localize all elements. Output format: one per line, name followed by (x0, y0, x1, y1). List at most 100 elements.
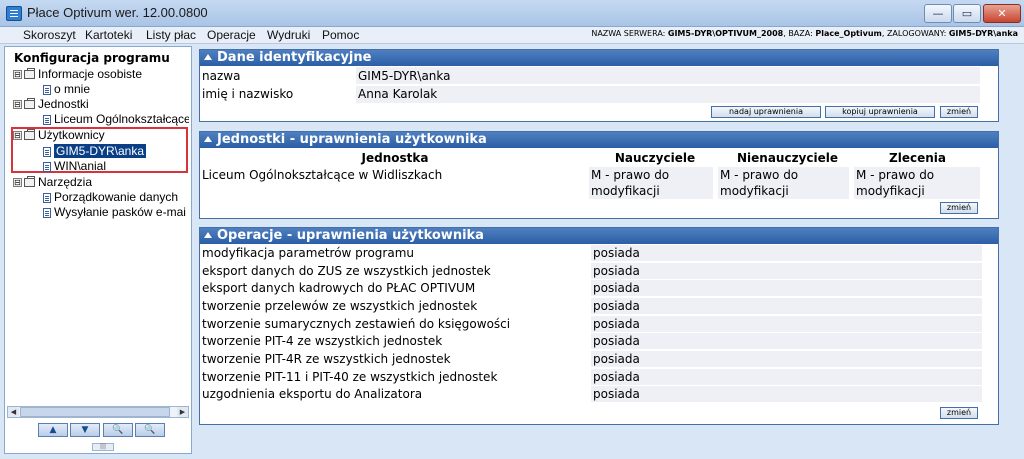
tree-label: Liceum Ogólnokształcące (54, 112, 189, 126)
identity-panel-title: Dane identyfikacyjne (217, 50, 372, 65)
tree-item-user-anka[interactable]: GIM5-DYR\anka (43, 144, 147, 159)
db-value: Place_Optivum (815, 29, 882, 38)
server-value: GIM5-DYR\OPTIVUM_2008 (667, 29, 784, 38)
collapse-icon[interactable]: ⊟ (13, 70, 22, 80)
operation-label: tworzenie PIT-4 ze wszystkich jednostek (202, 334, 443, 348)
operation-label: uzgodnienia eksportu do Analizatora (202, 387, 423, 401)
units-panel-header[interactable]: Jednostki - uprawnienia użytkownika (200, 132, 998, 148)
name-value: GIM5-DYR\anka (358, 69, 451, 83)
operation-label: eksport danych kadrowych do PŁAC OPTIVUM (202, 281, 476, 295)
window-title: Płace Optivum wer. 12.00.0800 (27, 5, 208, 20)
operation-row: tworzenie PIT-4 ze wszystkich jednostek p… (202, 333, 996, 350)
menu-kartoteki[interactable]: Kartoteki (85, 28, 132, 42)
col-zlecenia: Zlecenia (889, 151, 946, 165)
user-document-icon (43, 161, 51, 172)
menu-listy-plac[interactable]: Listy płac (146, 28, 196, 42)
operation-value: posiada (591, 316, 982, 332)
collapse-icon[interactable]: ⊟ (13, 178, 22, 188)
operation-value: posiada (591, 298, 982, 314)
unit-name: Liceum Ogólnokształcące w Widliszkach (202, 168, 443, 182)
fullname-value: Anna Karolak (358, 87, 438, 101)
user-label: , ZALOGOWANY: (881, 29, 949, 38)
sidebar: Konfiguracja programu ⊟ Informacje osobis… (4, 46, 192, 454)
document-icon (43, 84, 51, 95)
units-panel: Jednostki - uprawnienia użytkownika Jedn… (199, 131, 999, 219)
collapse-caret-icon[interactable] (204, 54, 212, 60)
tree-item-narzedzia[interactable]: ⊟ Narzędzia (13, 175, 92, 190)
operation-value: posiada (591, 263, 982, 279)
server-label: NAZWA SERWERA: (591, 29, 668, 38)
operation-label: tworzenie sumarycznych zestawień do księ… (202, 317, 511, 331)
collapse-icon[interactable]: ⊟ (13, 131, 22, 141)
user-document-icon (43, 146, 51, 157)
operation-value: posiada (591, 280, 982, 296)
operation-row: eksport danych do ZUS ze wszystkich jedn… (202, 263, 996, 280)
document-icon (43, 207, 51, 218)
operations-panel-header[interactable]: Operacje - uprawnienia użytkownika (200, 228, 998, 244)
find-next-icon[interactable]: 🔍 (135, 423, 165, 437)
teachers-permission: M - prawo do modyfikacji (589, 167, 713, 199)
operation-value: posiada (591, 351, 982, 367)
tree-label-selected: GIM5-DYR\anka (54, 144, 147, 158)
name-label: nazwa (202, 69, 241, 83)
search-tree-icon[interactable]: 🔍 (103, 423, 133, 437)
tree-item-uzytkownicy[interactable]: ⊟ Użytkownicy (13, 128, 105, 143)
identity-panel-header[interactable]: Dane identyfikacyjne (200, 50, 998, 66)
user-value: GIM5-DYR\anka (948, 29, 1018, 38)
move-up-button[interactable]: ▲ (38, 423, 68, 437)
grant-permissions-button[interactable]: nadaj uprawnienia (711, 106, 821, 118)
minimize-button[interactable]: — (924, 4, 952, 23)
scroll-left-icon[interactable]: ◀ (8, 407, 19, 417)
tree-label: Porządkowanie danych (54, 190, 179, 204)
change-identity-button[interactable]: zmień (940, 106, 978, 118)
tree-item-porzadkowanie[interactable]: Porządkowanie danych (43, 190, 178, 205)
scroll-thumb[interactable] (20, 407, 170, 417)
tree-item-liceum[interactable]: Liceum Ogólnokształcące (43, 112, 189, 127)
operations-panel-title: Operacje - uprawnienia użytkownika (217, 228, 484, 243)
tree-item-wysylanie[interactable]: Wysyłanie pasków e-mai (43, 205, 189, 220)
operation-label: eksport danych do ZUS ze wszystkich jedn… (202, 264, 491, 278)
operation-value: posiada (591, 369, 982, 385)
scroll-right-icon[interactable]: ▶ (177, 407, 188, 417)
db-label: , BAZA: (783, 29, 816, 38)
units-panel-title: Jednostki - uprawnienia użytkownika (217, 132, 487, 147)
operation-value: posiada (591, 386, 982, 402)
folder-icon (24, 68, 35, 80)
menu-operacje[interactable]: Operacje (207, 28, 256, 42)
tree-label: WIN\anial (54, 159, 107, 173)
maximize-button[interactable]: ▭ (953, 4, 981, 23)
document-icon (43, 114, 51, 125)
move-down-button[interactable]: ▼ (70, 423, 100, 437)
folder-icon (24, 98, 35, 110)
menu-skoroszyt[interactable]: Skoroszyt (23, 28, 76, 42)
operation-label: tworzenie PIT-11 i PIT-40 ze wszystkich … (202, 370, 498, 384)
tree-label: o mnie (54, 82, 91, 96)
operation-label: modyfikacja parametrów programu (202, 246, 415, 260)
operation-label: tworzenie PIT-4R ze wszystkich jednostek (202, 352, 451, 366)
server-info: NAZWA SERWERA: GIM5-DYR\OPTIVUM_2008, BA… (591, 29, 1018, 38)
tree-item-jednostki[interactable]: ⊟ Jednostki (13, 97, 89, 112)
menu-pomoc[interactable]: Pomoc (322, 28, 359, 42)
menu-wydruki[interactable]: Wydruki (267, 28, 310, 42)
fullname-label: imię i nazwisko (202, 87, 294, 101)
tree-item-user-anial[interactable]: WIN\anial (43, 159, 106, 174)
collapse-caret-icon[interactable] (204, 232, 212, 238)
operation-row: eksport danych kadrowych do PŁAC OPTIVUM… (202, 280, 996, 297)
collapse-caret-icon[interactable] (204, 136, 212, 142)
copy-permissions-button[interactable]: kopiuj uprawnienia (825, 106, 935, 118)
horizontal-scrollbar[interactable]: ◀ ▶ (7, 406, 189, 418)
tree-label: Jednostki (38, 97, 89, 111)
change-operations-button[interactable]: zmień (940, 407, 978, 419)
tree-item-informacje[interactable]: ⊟ Informacje osobiste (13, 67, 142, 82)
change-units-button[interactable]: zmień (940, 202, 978, 214)
contracts-permission: M - prawo do modyfikacji (854, 167, 980, 199)
col-jednostka: Jednostka (361, 151, 429, 165)
close-button[interactable]: ✕ (983, 4, 1021, 23)
tree-label: Informacje osobiste (38, 67, 143, 81)
operations-panel: Operacje - uprawnienia użytkownika modyf… (199, 227, 999, 425)
collapse-icon[interactable]: ⊟ (13, 100, 22, 110)
col-nauczyciele: Nauczyciele (614, 151, 696, 165)
splitter-handle[interactable]: ||| (92, 443, 114, 451)
tree-item-o-mnie[interactable]: o mnie (43, 82, 90, 97)
app-icon (6, 6, 22, 21)
